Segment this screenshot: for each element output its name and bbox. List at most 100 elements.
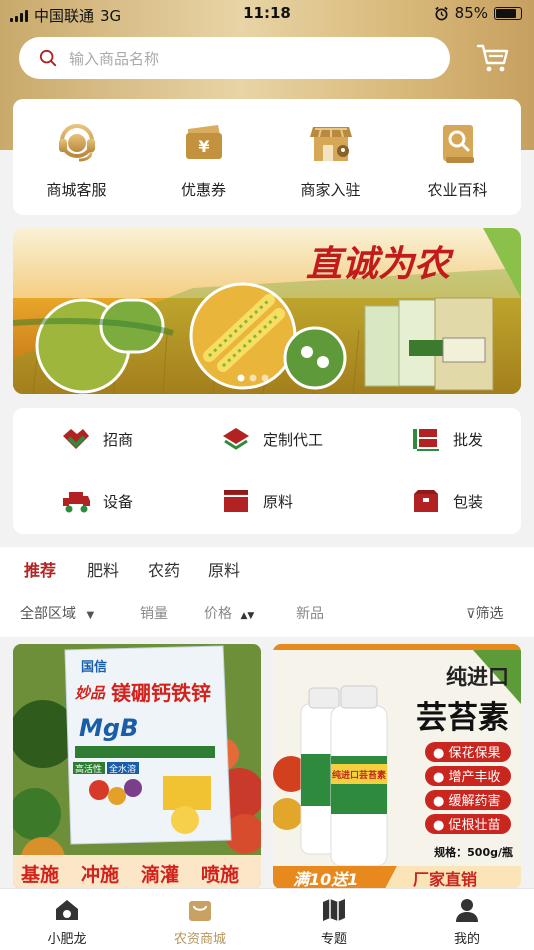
sort-sales[interactable]: 销量 [140,603,168,623]
product-feature: ● 保花保果 [433,745,501,761]
funnel-icon: ⊽ [466,607,476,622]
product-spec: 规格：500g/瓶 [434,845,513,859]
home-icon [56,900,78,920]
bullet-icon: ● [433,770,448,785]
service-menu: 招商 定制代工 批发 设备 原料 包装 [13,408,521,534]
nav-label: 农资商城 [173,932,226,947]
product-feature: ● 促根壮苗 [433,818,501,833]
wholesale-icon [413,429,439,451]
search-placeholder: 输入商品名称 [69,49,160,68]
bottom-nav: 小肥龙 农资商城 专题 我的 [0,888,534,950]
menu-item-label: 批发 [453,430,484,449]
filter-button[interactable]: ⊽筛选 [466,603,504,623]
nav-mall[interactable]: 农资商城 [150,897,250,947]
quick-entry-label: 优惠券 [180,181,226,199]
menu-item-label: 设备 [103,492,134,511]
menu-item-custom-oem[interactable]: 定制代工 [221,426,323,452]
coupon-icon: ¥ [185,125,222,159]
tab-pesticide[interactable]: 农药 [148,557,180,581]
product-series: 妙品 [75,684,106,702]
quick-entries: 商城客服 ¥ 优惠券 商家入驻 农业百科 [13,99,521,215]
product-tag: 全水溶 [109,763,136,775]
quick-entry-label: 商家入驻 [300,181,361,199]
user-icon [456,899,478,922]
sort-price[interactable]: 价格 ▲▼ [204,603,254,623]
quick-entry-label: 商城客服 [46,181,107,199]
promo-left: 满10送1 [293,870,358,889]
handshake-icon [63,429,89,449]
battery-icon [494,6,522,20]
feature-text: 保花保果 [448,745,500,761]
filter-button-label: 筛选 [475,606,504,622]
menu-item-raw-materials[interactable]: 原料 [221,488,293,514]
tab-recommended[interactable]: 推荐 [24,557,56,581]
tab-raw-materials[interactable]: 原料 [208,557,240,581]
bullet-icon: ● [433,818,448,833]
product-name: 镁硼钙铁锌 [111,681,211,705]
tab-fertilizer[interactable]: 肥料 [87,557,119,581]
quick-entry-merchant-join[interactable]: 商家入驻 [267,119,394,200]
store-icon [309,127,352,161]
box-icon [224,490,248,512]
cart-icon[interactable] [476,43,510,73]
sort-new[interactable]: 新品 [296,603,324,623]
application-method: 滴灌 [141,863,179,886]
banner-image: 直诚为农 [13,228,521,394]
nav-label: 小肥龙 [47,932,87,947]
nav-label: 专题 [320,932,347,947]
encyclopedia-icon [442,125,474,163]
product-card[interactable]: 国信 妙品 镁硼钙铁锌 MgB 高活性 全水溶 基施 冲施 滴灌 喷施 [13,644,261,889]
status-bar: 中国联通 3G 11:18 85% [0,0,534,28]
menu-item-investment[interactable]: 招商 [61,426,133,452]
nav-label: 我的 [453,932,480,947]
alarm-icon [435,6,448,20]
search-icon [39,49,57,67]
product-feature: ● 缓解药害 [433,793,501,809]
menu-item-label: 招商 [103,430,134,449]
menu-item-wholesale[interactable]: 批发 [411,426,483,452]
map-icon [323,899,345,921]
bullet-icon: ● [433,794,448,809]
nav-topics[interactable]: 专题 [284,897,384,947]
sort-price-label: 价格 [204,606,232,622]
promo-right: 厂家直销 [413,870,477,889]
feature-text: 促根壮苗 [448,818,500,833]
menu-item-packaging[interactable]: 包装 [411,488,483,514]
sort-arrows-icon: ▲▼ [240,611,255,621]
filter-region[interactable]: 全部区域 ▼ [20,603,94,623]
product-title-main: 芸苔素 [416,700,509,736]
product-brand: 国信 [81,659,107,675]
product-title-top: 纯进口 [446,665,509,689]
product-code: MgB [79,714,138,742]
battery-percent: 85% [454,4,488,22]
product-card[interactable]: 纯进口 芸苔素 纯进口芸苔素 ● 保花保果 ● 增产丰收 ● 缓解药害 ● 促根… [273,644,521,889]
headset-icon [58,124,95,162]
menu-item-equipment[interactable]: 设备 [61,488,133,514]
quick-entry-label: 农业百科 [427,181,488,199]
truck-icon [63,492,90,513]
layers-icon [223,428,249,450]
quick-entry-customer-service[interactable]: 商城客服 [13,119,140,200]
search-input[interactable]: 输入商品名称 [19,37,450,79]
quick-entry-encyclopedia[interactable]: 农业百科 [394,119,521,200]
menu-item-label: 定制代工 [263,430,324,449]
menu-item-label: 包装 [453,492,484,511]
application-method: 喷施 [201,863,239,886]
feature-text: 缓解药害 [448,793,500,809]
quick-entry-coupon[interactable]: ¥ 优惠券 [140,119,267,200]
nav-mine[interactable]: 我的 [417,897,517,947]
promo-banner[interactable]: 直诚为农 [13,228,521,394]
nav-home[interactable]: 小肥龙 [17,897,117,947]
package-icon [414,490,438,512]
product-image: 纯进口 芸苔素 纯进口芸苔素 ● 保花保果 ● 增产丰收 ● 缓解药害 ● 促根… [273,644,521,889]
menu-item-label: 原料 [263,492,294,511]
application-method: 基施 [20,863,59,886]
product-image: 国信 妙品 镁硼钙铁锌 MgB 高活性 全水溶 基施 冲施 滴灌 喷施 [13,644,261,889]
feature-text: 增产丰收 [448,770,500,785]
category-tabs: 推荐 肥料 农药 原料 全部区域 ▼ 销量 价格 ▲▼ 新品 ⊽筛选 [0,547,534,637]
product-tag: 高活性 [75,763,102,775]
product-feature: ● 增产丰收 [433,770,501,785]
bottle-label: 纯进口芸苔素 [332,769,386,781]
filter-region-label: 全部区域 [20,606,76,622]
mall-bag-icon [189,901,211,921]
